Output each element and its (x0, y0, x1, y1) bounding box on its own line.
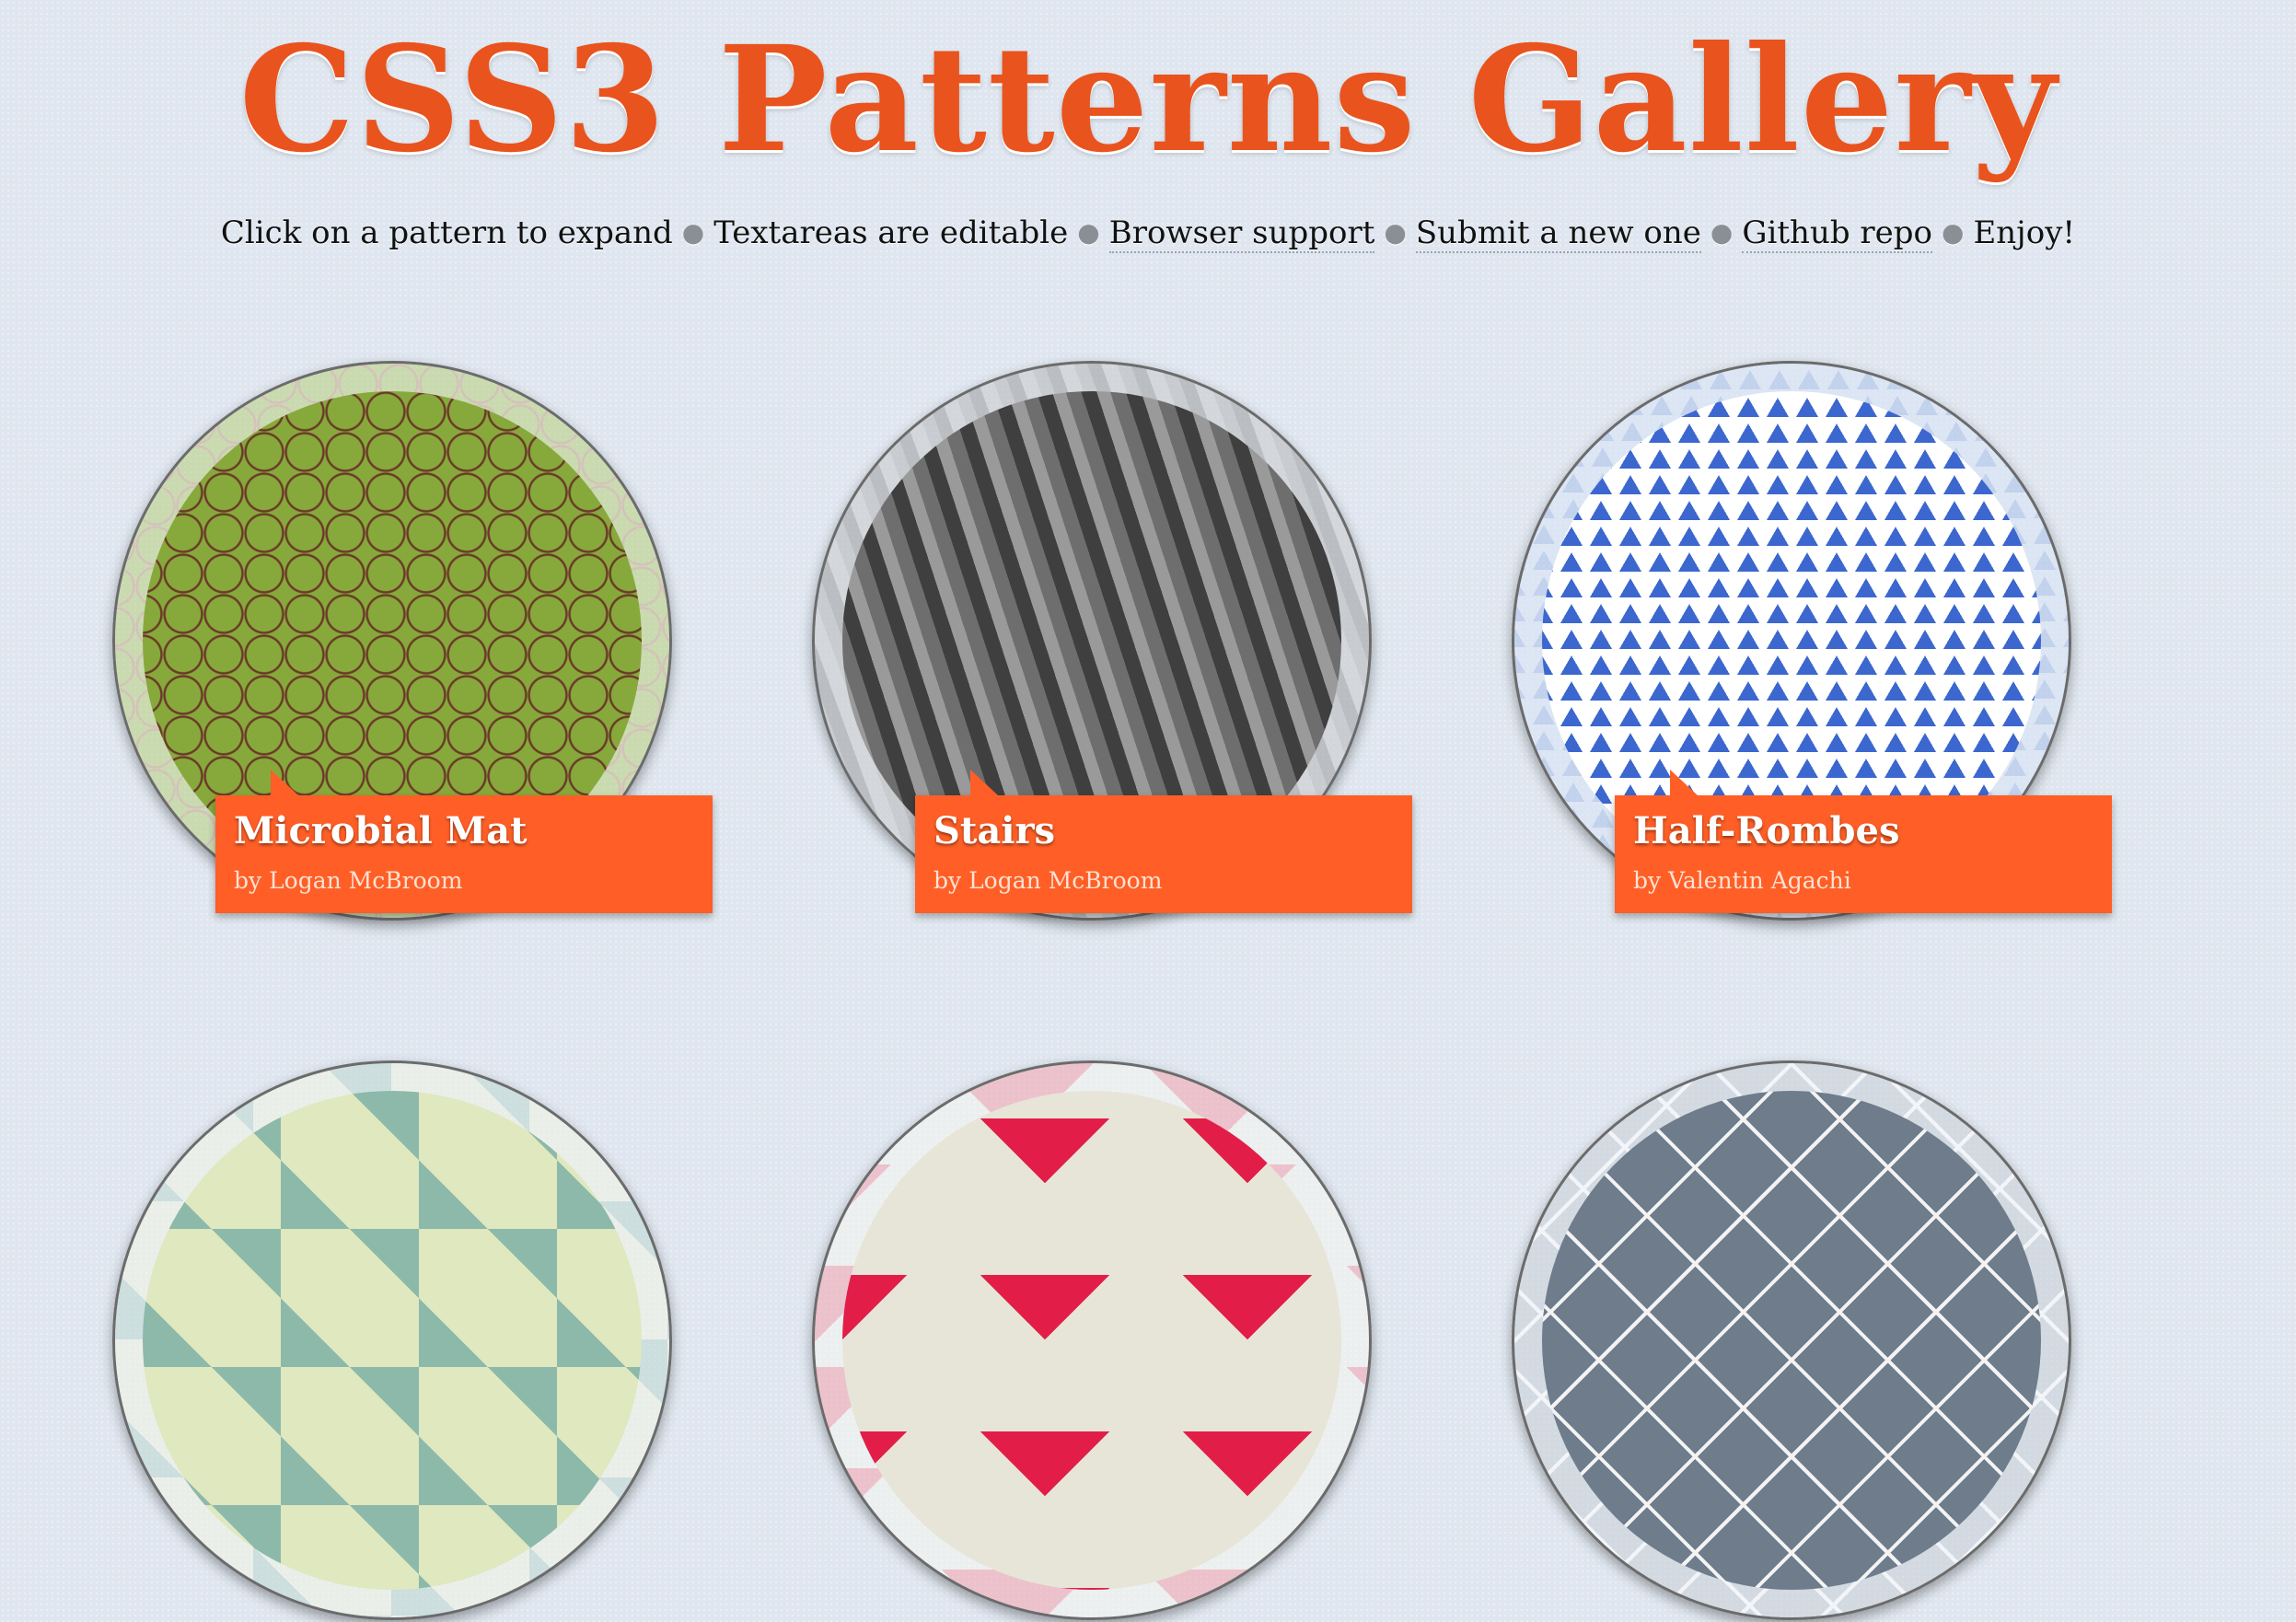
bullet-separator: ● (681, 217, 705, 248)
pattern-preview[interactable] (1512, 1060, 2071, 1620)
pattern-half-rombes[interactable]: Half-Rombes by Valentin Agachi (1512, 361, 2112, 922)
pattern-stairs[interactable]: Stairs by Logan McBroom (812, 361, 1412, 922)
bullet-separator: ● (1384, 217, 1407, 248)
pattern-author: by Logan McBroom (234, 867, 463, 894)
github-repo-link[interactable]: Github repo (1742, 214, 1933, 253)
bullet-separator: ● (1077, 217, 1100, 248)
intro-textareas-editable: Textareas are editable (713, 214, 1069, 251)
intro-enjoy: Enjoy! (1973, 214, 2076, 251)
intro-click-to-expand: Click on a pattern to expand (220, 214, 673, 251)
pattern-preview-row2-2[interactable] (812, 1060, 1374, 1622)
submit-new-link[interactable]: Submit a new one (1415, 214, 1701, 253)
page-title: CSS3 Patterns Gallery (238, 15, 2058, 185)
bullet-separator: ● (1710, 217, 1734, 248)
pattern-label[interactable]: Half-Rombes by Valentin Agachi (1615, 770, 2112, 913)
intro-line: Click on a pattern to expand ● Textareas a… (0, 210, 2296, 258)
pattern-name: Half-Rombes (1633, 809, 1900, 852)
pattern-preview[interactable] (812, 1060, 1372, 1620)
pattern-label[interactable]: Microbial Mat by Logan McBroom (215, 770, 713, 913)
pattern-name: Stairs (933, 809, 1056, 852)
pattern-microbial-mat[interactable]: Microbial Mat by Logan McBroom (112, 361, 713, 922)
pattern-label[interactable]: Stairs by Logan McBroom (915, 770, 1412, 913)
bullet-separator: ● (1942, 217, 1965, 248)
pattern-name: Microbial Mat (234, 809, 528, 852)
pattern-preview[interactable] (112, 1060, 672, 1620)
browser-support-link[interactable]: Browser support (1108, 214, 1375, 253)
pattern-author: by Logan McBroom (933, 867, 1163, 894)
pattern-preview-row2-1[interactable] (112, 1060, 674, 1622)
pattern-preview-row2-3[interactable] (1512, 1060, 2073, 1622)
pattern-author: by Valentin Agachi (1633, 867, 1851, 894)
